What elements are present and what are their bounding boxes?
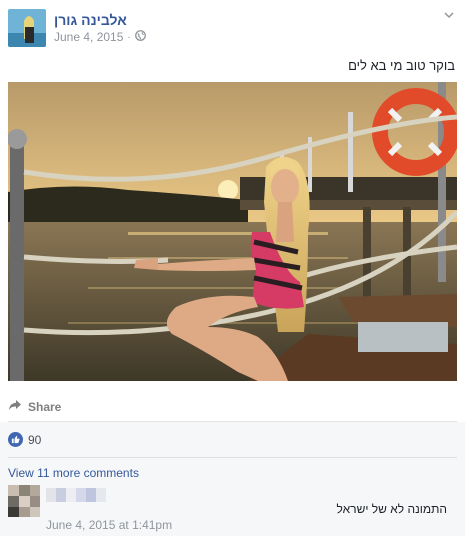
comment-timestamp[interactable]: June 4, 2015 at 1:41pm <box>46 518 172 532</box>
thumbs-up-icon <box>8 432 23 447</box>
post-photo[interactable] <box>8 82 457 381</box>
divider <box>8 457 457 458</box>
author-avatar[interactable] <box>8 9 46 47</box>
share-label: Share <box>28 399 62 414</box>
author-name[interactable]: אלבינה גורן <box>54 12 127 28</box>
reaction-summary[interactable]: 90 <box>8 432 41 447</box>
reaction-count: 90 <box>28 432 42 447</box>
share-button[interactable]: Share <box>8 399 61 414</box>
post-header: אלבינה גורן June 4, 2015 · <box>0 0 465 56</box>
post-text: בוקר טוב מי בא לים <box>348 58 455 73</box>
view-more-comments-link[interactable]: View 11 more comments <box>8 466 139 480</box>
commenter-avatar[interactable] <box>8 485 40 517</box>
feedback-section: 90 View 11 more comments התמונה לא של יש… <box>0 422 465 536</box>
commenter-name-blurred <box>46 488 112 502</box>
chevron-down-icon[interactable] <box>443 8 455 20</box>
share-arrow-icon <box>8 399 22 414</box>
comment-text: התמונה לא של ישראל <box>336 502 447 516</box>
post-meta: June 4, 2015 · <box>54 30 146 44</box>
globe-icon[interactable] <box>134 30 146 44</box>
separator-dot: · <box>127 31 131 43</box>
post-actions: Share <box>8 392 457 422</box>
post-date[interactable]: June 4, 2015 <box>54 30 123 44</box>
